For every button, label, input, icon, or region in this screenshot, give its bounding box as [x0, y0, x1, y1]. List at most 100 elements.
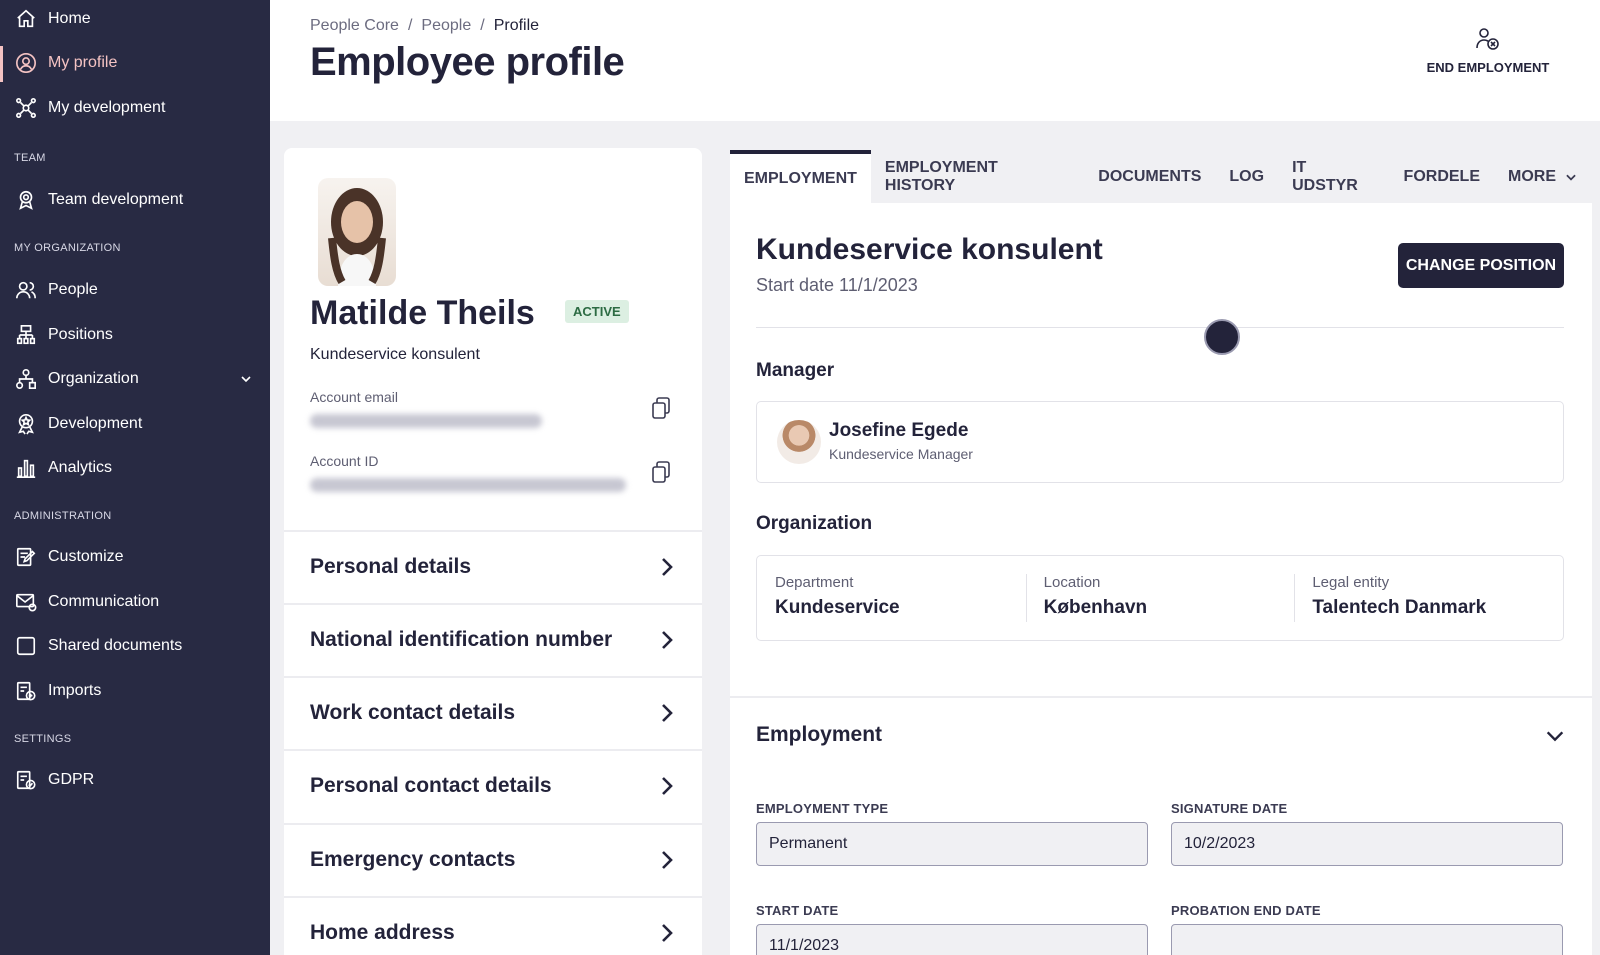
breadcrumb: People Core / People / Profile	[310, 17, 539, 35]
page-title: Employee profile	[310, 40, 625, 84]
sidebar-item-people[interactable]: People	[14, 273, 254, 307]
row-national-id[interactable]: National identification number	[284, 603, 702, 675]
sidebar-item-my-development[interactable]: My development	[14, 91, 254, 125]
location-value: København	[1043, 597, 1148, 618]
sidebar-item-label: Imports	[48, 682, 102, 699]
position-start-date: Start date 11/1/2023	[756, 275, 918, 295]
org-chart-icon	[14, 367, 38, 391]
position-title: Kundeservice konsulent	[756, 233, 1103, 266]
sidebar-item-home[interactable]: Home	[14, 2, 254, 36]
row-label: National identification number	[310, 628, 613, 651]
tab-employment-history[interactable]: EMPLOYMENT HISTORY	[871, 150, 1084, 203]
sidebar-item-my-profile[interactable]: My profile	[14, 46, 254, 80]
edit-icon	[14, 545, 38, 569]
signature-date-label: SIGNATURE DATE	[1171, 801, 1288, 816]
location-label: Location	[1043, 574, 1101, 591]
chevron-right-icon	[658, 630, 676, 650]
account-id-label: Account ID	[310, 453, 379, 469]
network-icon	[14, 96, 38, 120]
breadcrumb-separator: /	[480, 17, 485, 34]
section-divider	[730, 696, 1592, 698]
sidebar-item-shared-documents[interactable]: Shared documents	[14, 629, 254, 663]
manager-role: Kundeservice Manager	[829, 446, 973, 462]
sidebar-item-gdpr[interactable]: GDPR	[14, 763, 254, 797]
section-my-organization: MY ORGANIZATION	[14, 242, 121, 254]
employment-type-field[interactable]: Permanent	[756, 822, 1148, 866]
home-icon	[14, 7, 38, 31]
sidebar-item-analytics[interactable]: Analytics	[14, 451, 254, 485]
chevron-down-icon[interactable]	[238, 371, 254, 387]
sidebar-item-label: Positions	[48, 326, 113, 343]
copy-icon[interactable]	[650, 460, 674, 486]
change-position-button[interactable]: CHANGE POSITION	[1398, 243, 1564, 288]
organization-heading: Organization	[756, 513, 873, 534]
row-emergency-contacts[interactable]: Emergency contacts	[284, 823, 702, 895]
breadcrumb-people[interactable]: People	[421, 17, 471, 35]
bar-chart-icon	[14, 456, 38, 480]
probation-end-date-field[interactable]	[1171, 924, 1563, 955]
row-label: Emergency contacts	[310, 848, 516, 871]
document-icon	[14, 634, 38, 658]
signature-date-field[interactable]: 10/2/2023	[1171, 822, 1563, 866]
sidebar-item-label: Analytics	[48, 459, 113, 476]
sidebar-item-imports[interactable]: Imports	[14, 674, 254, 708]
department-value: Kundeservice	[775, 597, 900, 618]
legal-entity-label: Legal entity	[1312, 574, 1390, 591]
end-employment-label: END EMPLOYMENT	[1426, 60, 1550, 75]
section-settings: SETTINGS	[14, 733, 72, 745]
sidebar-item-customize[interactable]: Customize	[14, 540, 254, 574]
sidebar-item-team-development[interactable]: Team development	[14, 183, 254, 217]
breadcrumb-separator: /	[407, 17, 413, 34]
chevron-right-icon	[658, 776, 676, 796]
tab-more-label: MORE	[1508, 167, 1556, 185]
profile-card: Matilde Theils ACTIVE Kundeservice konsu…	[284, 148, 702, 955]
legal-entity-value: Talentech Danmark	[1312, 597, 1487, 618]
sidebar-item-communication[interactable]: Communication	[14, 585, 254, 619]
employee-name: Matilde Theils	[310, 294, 535, 332]
employee-role: Kundeservice konsulent	[310, 346, 480, 363]
start-date-field[interactable]: 11/1/2023	[756, 924, 1148, 955]
avatar	[777, 420, 821, 464]
tab-fordele[interactable]: FORDELE	[1390, 150, 1494, 203]
status-badge: ACTIVE	[565, 300, 629, 323]
tab-log[interactable]: LOG	[1215, 150, 1278, 203]
row-work-contact[interactable]: Work contact details	[284, 676, 702, 748]
gdpr-icon	[14, 768, 38, 792]
employment-section-heading: Employment	[756, 723, 883, 746]
row-personal-contact[interactable]: Personal contact details	[284, 749, 702, 821]
ribbon-icon	[14, 412, 38, 436]
row-home-address[interactable]: Home address	[284, 896, 702, 955]
profile-photo	[318, 178, 396, 286]
chevron-down-icon[interactable]	[1544, 725, 1568, 749]
people-icon	[14, 278, 38, 302]
account-email-label: Account email	[310, 389, 398, 405]
sidebar-item-organization[interactable]: Organization	[14, 362, 254, 396]
sidebar-item-positions[interactable]: Positions	[14, 318, 254, 352]
active-indicator	[0, 46, 3, 82]
tab-it-udstyr[interactable]: IT UDSTYR	[1278, 150, 1389, 203]
breadcrumb-people-core[interactable]: People Core	[310, 17, 399, 35]
copy-icon[interactable]	[650, 396, 674, 422]
chevron-right-icon	[658, 703, 676, 723]
sidebar-item-label: Development	[48, 415, 143, 432]
sidebar-item-label: Shared documents	[48, 637, 183, 654]
start-date-label: START DATE	[756, 903, 839, 918]
sidebar-item-development[interactable]: Development	[14, 407, 254, 441]
sidebar-item-label: My profile	[48, 54, 118, 71]
sidebar-item-label: Team development	[48, 191, 184, 208]
tab-employment[interactable]: EMPLOYMENT	[730, 150, 871, 203]
account-email-value-redacted	[310, 414, 542, 428]
sidebar-item-label: Organization	[48, 370, 139, 387]
sidebar: Home My profile My development TEAM Team…	[0, 0, 270, 955]
row-label: Work contact details	[310, 701, 515, 724]
org-location: Location København	[1025, 556, 1295, 640]
tab-more[interactable]: MORE	[1494, 150, 1592, 203]
end-employment-button[interactable]: END EMPLOYMENT	[1418, 26, 1558, 75]
import-icon	[14, 679, 38, 703]
divider	[756, 327, 1564, 328]
tab-documents[interactable]: DOCUMENTS	[1084, 150, 1215, 203]
breadcrumb-profile: Profile	[493, 17, 540, 34]
manager-card[interactable]: Josefine Egede Kundeservice Manager	[756, 401, 1564, 483]
employment-type-label: EMPLOYMENT TYPE	[756, 801, 889, 816]
row-personal-details[interactable]: Personal details	[284, 530, 702, 602]
